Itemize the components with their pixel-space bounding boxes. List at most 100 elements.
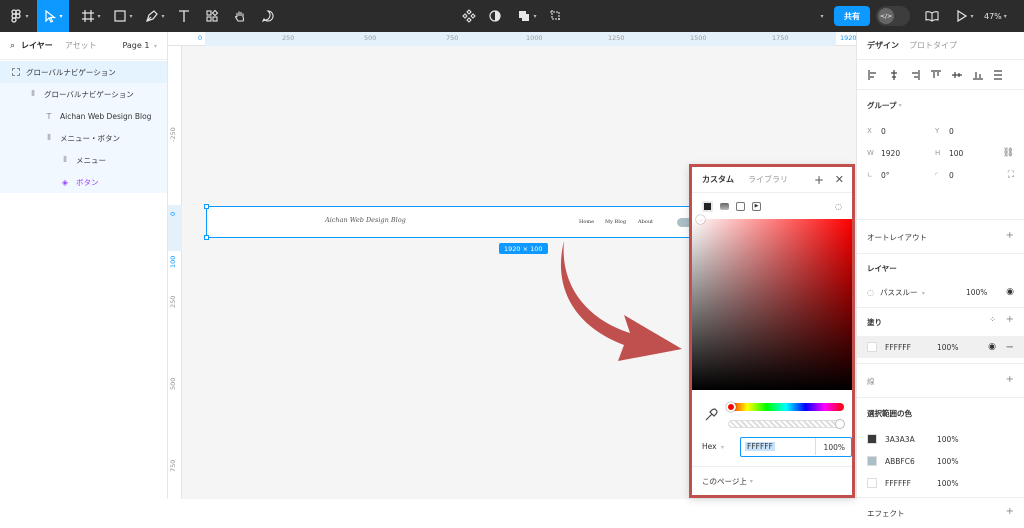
picker-tabs: カスタム ライブラリ + ✕ bbox=[692, 167, 852, 193]
add-effect-icon[interactable]: + bbox=[1006, 506, 1014, 517]
blend-drop-icon[interactable]: ◌ bbox=[835, 202, 842, 211]
share-button[interactable]: 共有 bbox=[834, 6, 870, 26]
shape-tool-button[interactable]: ▾ bbox=[108, 0, 138, 32]
remove-fill-icon[interactable]: − bbox=[1006, 342, 1014, 353]
add-auto-layout-icon[interactable]: + bbox=[1006, 230, 1014, 241]
resize-handle[interactable] bbox=[204, 235, 209, 240]
layer-item[interactable]: ◈ ボタン bbox=[0, 171, 167, 193]
library-button[interactable] bbox=[922, 0, 942, 32]
layer-item[interactable]: T Aichan Web Design Blog bbox=[0, 105, 167, 127]
search-icon[interactable]: ⌕ bbox=[10, 41, 15, 51]
selection-color-row[interactable]: ABBFC6 100% bbox=[867, 450, 1014, 472]
align-right-icon[interactable] bbox=[909, 69, 921, 81]
rotation-input[interactable]: 0° bbox=[881, 171, 935, 180]
move-tool-button[interactable]: ▾ bbox=[37, 0, 69, 32]
fill-row[interactable]: FFFFFF 100% ◉ − bbox=[857, 336, 1024, 358]
eye-icon[interactable]: ◉ bbox=[1006, 287, 1014, 297]
resources-button[interactable] bbox=[200, 0, 224, 32]
layer-item[interactable]: グローバルナビゲーション bbox=[0, 61, 167, 83]
opacity-slider[interactable] bbox=[728, 419, 845, 429]
selection-color-row[interactable]: FFFFFF 100% bbox=[867, 472, 1014, 494]
selected-frame[interactable]: Aichan Web Design Blog Home My Blog Abou… bbox=[204, 204, 746, 240]
h-input[interactable]: 100 bbox=[949, 149, 963, 158]
independent-corners-icon[interactable]: ⛶ bbox=[1008, 170, 1014, 180]
hue-knob[interactable] bbox=[726, 402, 736, 412]
color-opacity[interactable]: 100% bbox=[937, 479, 958, 488]
page-selector[interactable]: Page 1 ▾ bbox=[122, 41, 157, 50]
present-button[interactable]: ▾ bbox=[952, 0, 976, 32]
constrain-proportions-icon[interactable]: ⛓ bbox=[1003, 148, 1014, 158]
hex-input[interactable]: FFFFFF bbox=[745, 442, 775, 451]
distribute-icon[interactable] bbox=[993, 69, 1005, 81]
pen-tool-button[interactable]: ▾ bbox=[140, 0, 170, 32]
add-fill-icon[interactable]: + bbox=[1006, 314, 1014, 325]
blend-mode-select[interactable]: パススルー ▾ bbox=[880, 287, 966, 298]
align-bottom-icon[interactable] bbox=[972, 69, 984, 81]
mask-button[interactable] bbox=[485, 0, 505, 32]
eye-icon[interactable]: ◉ bbox=[988, 342, 996, 352]
text-tool-button[interactable] bbox=[172, 0, 196, 32]
opacity-knob[interactable] bbox=[835, 419, 845, 429]
image-fill-icon[interactable] bbox=[736, 201, 745, 211]
tab-assets[interactable]: アセット bbox=[65, 40, 97, 51]
add-icon[interactable]: + bbox=[814, 173, 824, 187]
comment-tool-button[interactable] bbox=[256, 0, 280, 32]
properties-panel: デザイン プロトタイプ グループ ▾ X 0 Y 0 W 1920 H 100 ⛓… bbox=[856, 32, 1024, 518]
color-swatch[interactable] bbox=[867, 434, 877, 444]
corner-radius-input[interactable]: 0 bbox=[949, 171, 954, 180]
color-hex[interactable]: FFFFFF bbox=[885, 479, 937, 488]
layer-item[interactable]: ⦀ メニュー bbox=[0, 149, 167, 171]
styles-grid-icon[interactable]: ⁘ bbox=[989, 315, 996, 324]
main-menu-button[interactable]: ▾ bbox=[4, 0, 34, 32]
video-fill-icon[interactable]: ▶ bbox=[752, 201, 761, 211]
layer-item[interactable]: ⦀ メニュー・ボタン bbox=[0, 127, 167, 149]
tab-custom[interactable]: カスタム bbox=[702, 174, 734, 185]
tab-layers[interactable]: レイヤー bbox=[21, 40, 53, 51]
zoom-control[interactable]: 47% ▾ bbox=[984, 0, 1007, 32]
linear-gradient-icon[interactable] bbox=[720, 202, 729, 210]
share-menu-button[interactable]: ▾ bbox=[814, 0, 828, 32]
align-center-horizontal-icon[interactable] bbox=[888, 69, 900, 81]
crop-button[interactable] bbox=[546, 0, 566, 32]
boolean-button[interactable]: ▾ bbox=[513, 0, 541, 32]
opacity-input[interactable]: 100% bbox=[824, 443, 845, 452]
selection-color-row[interactable]: 3A3A3A 100% bbox=[867, 428, 1014, 450]
fill-opacity[interactable]: 100% bbox=[937, 343, 958, 352]
color-opacity[interactable]: 100% bbox=[937, 457, 958, 466]
color-swatch[interactable] bbox=[867, 456, 877, 466]
fill-swatch[interactable] bbox=[867, 342, 877, 352]
y-input[interactable]: 0 bbox=[949, 127, 954, 136]
layer-opacity-input[interactable]: 100% bbox=[966, 288, 987, 297]
saturation-area[interactable] bbox=[692, 215, 852, 390]
color-hex[interactable]: 3A3A3A bbox=[885, 435, 937, 444]
ruler-label: -250 bbox=[169, 127, 177, 142]
component-button[interactable] bbox=[459, 0, 479, 32]
close-icon[interactable]: ✕ bbox=[835, 173, 844, 186]
tab-design[interactable]: デザイン bbox=[867, 40, 899, 51]
color-swatch[interactable] bbox=[867, 478, 877, 488]
resize-handle[interactable] bbox=[204, 204, 209, 209]
format-select[interactable]: Hex ▾ bbox=[702, 442, 724, 451]
hue-slider[interactable] bbox=[726, 402, 844, 412]
hand-tool-button[interactable] bbox=[228, 0, 252, 32]
tab-library[interactable]: ライブラリ bbox=[748, 174, 788, 185]
solid-fill-icon[interactable] bbox=[702, 200, 713, 212]
align-center-vertical-icon[interactable] bbox=[951, 69, 963, 81]
add-stroke-icon[interactable]: + bbox=[1006, 374, 1014, 385]
picker-footer[interactable]: このページ上 ▾ bbox=[692, 466, 852, 496]
group-title[interactable]: グループ ▾ bbox=[867, 90, 1014, 120]
x-input[interactable]: 0 bbox=[881, 127, 935, 136]
hex-input-box[interactable]: FFFFFF 100% bbox=[740, 437, 852, 457]
dev-mode-toggle[interactable]: </> bbox=[876, 6, 910, 26]
fill-hex[interactable]: FFFFFF bbox=[885, 343, 937, 352]
tab-prototype[interactable]: プロトタイプ bbox=[909, 40, 957, 51]
layer-item[interactable]: ⦀ グローバルナビゲーション bbox=[0, 83, 167, 105]
frame-tool-button[interactable]: ▾ bbox=[76, 0, 106, 32]
eyedropper-icon[interactable] bbox=[704, 408, 718, 422]
color-hex[interactable]: ABBFC6 bbox=[885, 457, 937, 466]
align-top-icon[interactable] bbox=[930, 69, 942, 81]
align-left-icon[interactable] bbox=[867, 69, 879, 81]
w-input[interactable]: 1920 bbox=[881, 149, 935, 158]
color-opacity[interactable]: 100% bbox=[937, 435, 958, 444]
saturation-knob[interactable] bbox=[696, 215, 705, 224]
